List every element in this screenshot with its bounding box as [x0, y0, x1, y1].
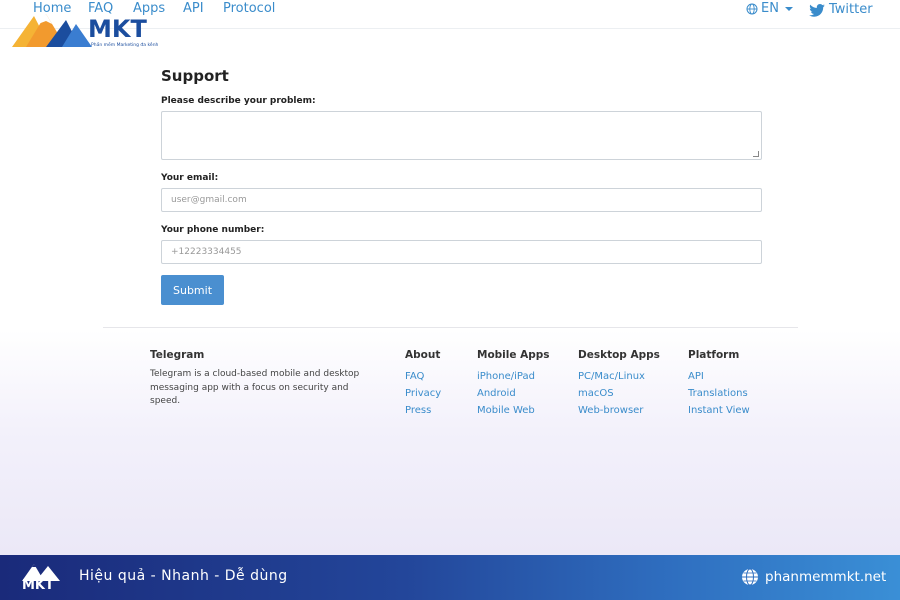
footer-col-desktop-title: Desktop Apps — [578, 349, 660, 361]
phone-label: Your phone number: — [161, 225, 265, 235]
footer-col-mobile-title: Mobile Apps — [477, 349, 550, 361]
footer-link-faq[interactable]: FAQ — [405, 371, 424, 383]
phone-field[interactable] — [161, 240, 762, 264]
footer-col-about-title: About — [405, 349, 441, 361]
banner-website-text: phanmemmkt.net — [765, 569, 887, 585]
mkt-watermark-logo: MKT Phần mềm Marketing đa kênh — [12, 10, 162, 50]
footer-link-pc-mac-linux[interactable]: PC/Mac/Linux — [578, 371, 645, 383]
twitter-bird-icon — [809, 3, 825, 17]
mkt-tagline: Phần mềm Marketing đa kênh — [91, 43, 159, 48]
promo-banner: MKT Hiệu quả - Nhanh - Dễ dùng phanmemmk… — [0, 555, 900, 600]
footer-link-macos[interactable]: macOS — [578, 388, 614, 400]
twitter-link[interactable]: Twitter — [809, 2, 873, 18]
language-dropdown[interactable]: EN — [746, 1, 793, 17]
nav-protocol-link[interactable]: Protocol — [223, 1, 275, 17]
footer-link-translations[interactable]: Translations — [688, 388, 748, 400]
caret-down-icon — [784, 7, 793, 11]
footer-link-mobile-web[interactable]: Mobile Web — [477, 405, 535, 417]
page-title: Support — [161, 67, 229, 85]
email-field[interactable] — [161, 188, 762, 212]
banner-website: phanmemmkt.net — [741, 568, 886, 586]
footer-link-press[interactable]: Press — [405, 405, 431, 417]
footer-link-web-browser[interactable]: Web-browser — [578, 405, 643, 417]
footer-col-platform-title: Platform — [688, 349, 740, 361]
footer-about-title: Telegram — [150, 349, 205, 361]
problem-label: Please describe your problem: — [161, 96, 316, 106]
banner-slogan: Hiệu quả - Nhanh - Dễ dùng — [79, 568, 288, 584]
footer-link-api[interactable]: API — [688, 371, 704, 383]
banner-logo-text: MKT — [22, 578, 54, 593]
footer-link-iphone[interactable]: iPhone/iPad — [477, 371, 535, 383]
email-label: Your email: — [161, 173, 219, 183]
twitter-label: Twitter — [829, 2, 873, 17]
resize-handle-icon[interactable] — [753, 151, 759, 157]
footer-link-instant-view[interactable]: Instant View — [688, 405, 750, 417]
mkt-brand-text: MKT — [88, 15, 147, 43]
globe-icon — [746, 3, 758, 15]
problem-textarea[interactable] — [161, 111, 762, 160]
footer-link-android[interactable]: Android — [477, 388, 516, 400]
language-label: EN — [761, 1, 779, 16]
footer-divider — [103, 327, 798, 328]
submit-button[interactable]: Submit — [161, 275, 224, 305]
globe-icon — [742, 568, 758, 586]
footer-link-privacy[interactable]: Privacy — [405, 388, 441, 400]
nav-api-link[interactable]: API — [183, 1, 204, 17]
footer-about-text: Telegram is a cloud-based mobile and des… — [150, 369, 360, 406]
banner-logo: MKT — [20, 558, 64, 598]
